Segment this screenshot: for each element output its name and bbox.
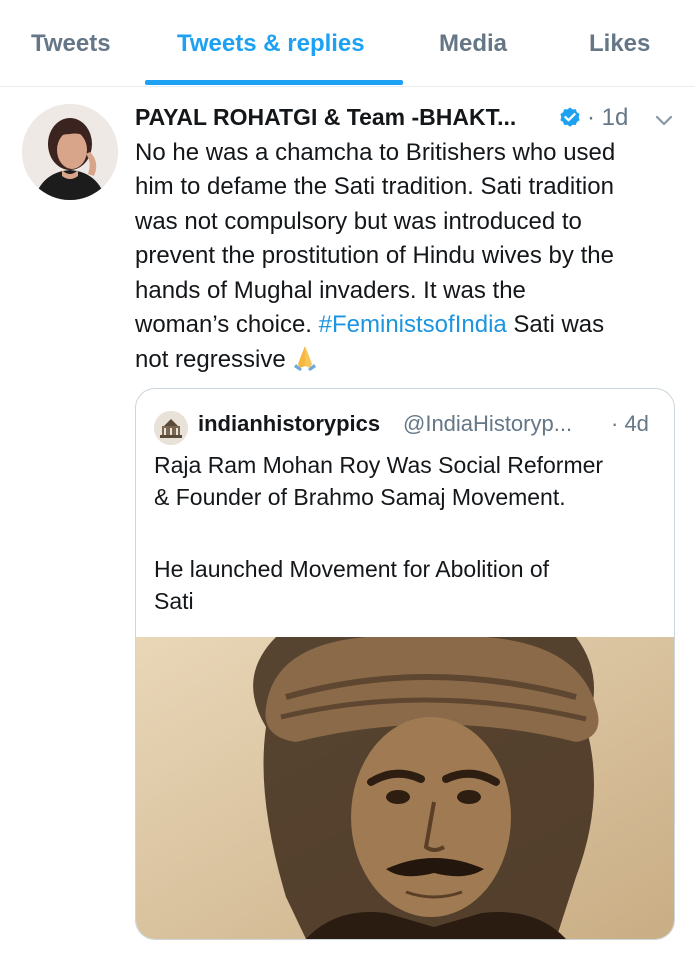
tweet-text: No he was a chamcha to Britishers who us… <box>135 136 680 378</box>
tweet-text-segment: not regressive <box>135 346 286 374</box>
quoted-text-line: He launched Movement for Abolition of <box>154 556 550 582</box>
quoted-author-avatar[interactable] <box>154 411 188 445</box>
quoted-tweet-timestamp[interactable]: · 4d <box>611 411 649 437</box>
tweet-text-line: woman’s choice. #FeministsofIndia Sati w… <box>135 308 680 342</box>
tweet-timestamp[interactable]: · 1d <box>587 104 628 132</box>
chevron-down-icon[interactable] <box>652 108 676 132</box>
tweet-text-line: him to defame the Sati tradition. Sati t… <box>135 173 614 201</box>
tweet-text-line: was not compulsory but was introduced to <box>135 207 582 235</box>
hashtag-link[interactable]: #FeministsofIndia <box>319 311 507 338</box>
verified-badge-icon <box>560 107 580 127</box>
quoted-tweet-image[interactable] <box>136 637 674 939</box>
tweet-text-segment: woman’s choice. <box>135 311 319 339</box>
quoted-tweet-text: Raja Ram Mohan Roy Was Social Reformer &… <box>154 449 664 617</box>
folded-hands-icon <box>293 346 316 372</box>
tab-tweets[interactable]: Tweets <box>31 30 111 58</box>
active-tab-indicator <box>145 80 403 85</box>
tweet-text-line: hands of Mughal invaders. It was the <box>135 276 526 304</box>
tweet-text-segment: Sati was <box>506 311 605 339</box>
tweet-header: PAYAL ROHATGI & Team -BHAKT... · 1d <box>135 104 685 136</box>
author-avatar[interactable] <box>22 104 118 200</box>
profile-tabs: Tweets Tweets & replies Media Likes <box>0 0 695 87</box>
quoted-text-line: & Founder of Brahmo Samaj Movement. <box>154 484 566 510</box>
quoted-author-handle[interactable]: @IndiaHistoryp... <box>403 411 572 437</box>
quoted-text-line: Sati <box>154 588 194 614</box>
tab-likes[interactable]: Likes <box>589 30 650 58</box>
quoted-text-line: Raja Ram Mohan Roy Was Social Reformer <box>154 452 604 478</box>
tab-media[interactable]: Media <box>439 30 507 58</box>
temple-icon <box>154 411 188 445</box>
tweet-text-line: No he was a chamcha to Britishers who us… <box>135 139 616 166</box>
tab-tweets-and-replies[interactable]: Tweets & replies <box>177 30 365 58</box>
tweet-text-line: not regressive <box>135 342 680 377</box>
tweet-text-line: prevent the prostitution of Hindu wives … <box>135 242 614 270</box>
author-name[interactable]: PAYAL ROHATGI & Team -BHAKT... <box>135 104 516 131</box>
avatar-photo <box>22 104 118 200</box>
quoted-author-name[interactable]: indianhistorypics <box>198 411 380 437</box>
quoted-tweet-card[interactable]: indianhistorypics @IndiaHistoryp... · 4d… <box>135 388 675 940</box>
